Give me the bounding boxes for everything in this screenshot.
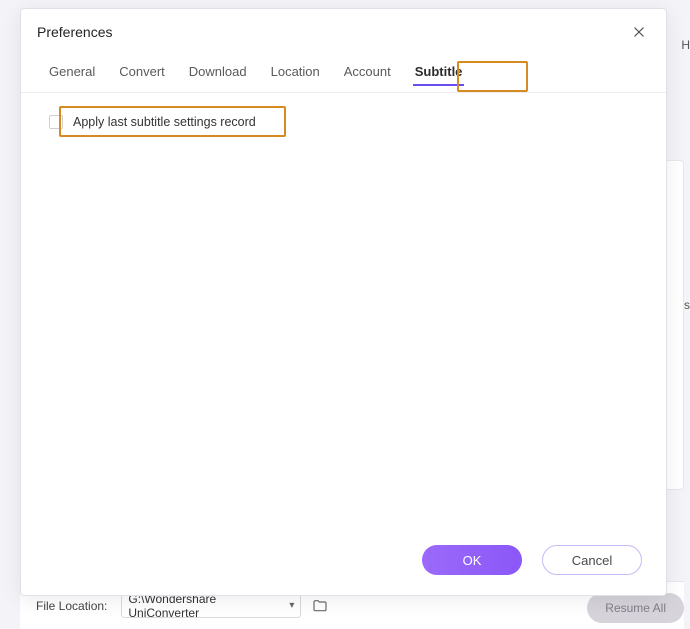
dialog-title: Preferences <box>37 24 112 40</box>
apply-last-checkbox[interactable] <box>49 115 63 129</box>
ok-button[interactable]: OK <box>422 545 522 575</box>
close-button[interactable] <box>628 21 650 43</box>
tab-location[interactable]: Location <box>271 59 320 84</box>
folder-icon[interactable] <box>311 597 329 615</box>
truncated-text-s: s <box>684 298 690 312</box>
chevron-down-icon: ▾ <box>289 600 294 611</box>
file-location-dropdown[interactable]: G:\Wondershare UniConverter ▾ <box>121 594 301 618</box>
tab-subtitle[interactable]: Subtitle <box>415 59 463 84</box>
apply-last-subtitle-option[interactable]: Apply last subtitle settings record <box>39 109 266 135</box>
preferences-dialog: Preferences General Convert Download Loc… <box>20 8 667 596</box>
dialog-footer: OK Cancel <box>21 531 666 595</box>
resume-all-button[interactable]: Resume All <box>587 593 684 623</box>
tab-convert[interactable]: Convert <box>119 59 165 84</box>
truncated-text-h: H <box>681 38 690 52</box>
tab-account[interactable]: Account <box>344 59 391 84</box>
dialog-content: Apply last subtitle settings record <box>21 93 666 531</box>
tab-download[interactable]: Download <box>189 59 247 84</box>
file-location-label: File Location: <box>36 599 107 613</box>
tab-general[interactable]: General <box>49 59 95 84</box>
tab-bar: General Convert Download Location Accoun… <box>21 45 666 93</box>
cancel-button[interactable]: Cancel <box>542 545 642 575</box>
apply-last-label: Apply last subtitle settings record <box>73 115 256 129</box>
